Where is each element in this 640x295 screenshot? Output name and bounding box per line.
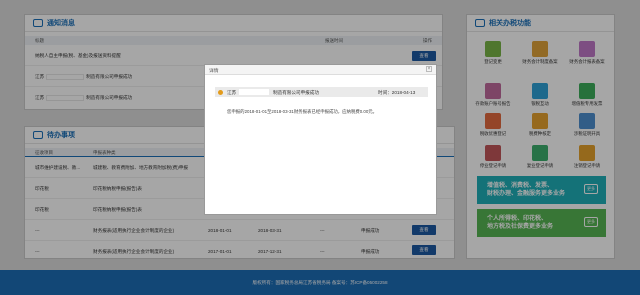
modal-subject-bar: 江苏 制造有限公司申报成功 时间：2018-04-13 [215,87,428,97]
close-icon[interactable]: × [426,66,432,72]
status-dot-icon [218,89,223,95]
company-suffix: 制造有限公司申报成功 [273,89,319,95]
redaction-box [239,89,269,95]
modal-message: 您申报的2018-01-01至2018-03-31财务报表已经申报成功，应纳税费… [227,109,378,114]
modal-header: 详情 × [205,65,436,75]
modal-title: 详情 [209,69,219,74]
detail-modal: 详情 × 江苏 制造有限公司申报成功 时间：2018-04-13 您申报的201… [204,64,437,215]
modal-time: 时间：2018-04-13 [378,89,416,95]
company-prefix: 江苏 [227,89,237,95]
